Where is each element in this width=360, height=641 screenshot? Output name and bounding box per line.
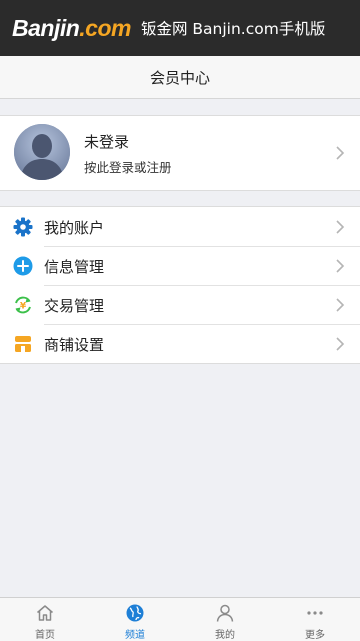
brand-header: Banjin .com 钣金网 Banjin.com手机版 [0, 0, 360, 56]
member-menu: 我的账户 信息管理 ¥ 交易管理 商铺设置 [0, 206, 360, 364]
home-icon [37, 605, 53, 621]
user-icon [216, 604, 234, 622]
login-hint: 按此登录或注册 [84, 160, 172, 175]
plus-circle-icon [13, 256, 33, 276]
menu-item-label: 交易管理 [44, 297, 105, 315]
banjin-logo[interactable]: Banjin .com [12, 15, 131, 42]
tab-label: 更多 [305, 630, 325, 641]
more-icon [307, 611, 323, 615]
tab-channel[interactable]: 频道 [90, 598, 180, 641]
menu-item-shop-settings[interactable]: 商铺设置 [0, 324, 360, 363]
gear-icon [13, 217, 33, 237]
avatar [14, 124, 70, 180]
menu-item-label: 信息管理 [44, 258, 105, 276]
chevron-right-icon [336, 220, 345, 234]
page-title: 会员中心 [149, 68, 210, 87]
menu-item-label: 商铺设置 [44, 336, 105, 354]
login-profile-row[interactable]: 未登录 按此登录或注册 [0, 115, 360, 191]
logo-suffix-text: .com [79, 14, 131, 41]
globe-icon [126, 604, 144, 622]
svg-text:¥: ¥ [20, 302, 27, 312]
menu-item-label: 我的账户 [44, 219, 105, 237]
tab-home[interactable]: 首页 [0, 598, 90, 641]
default-avatar-icon [14, 124, 70, 180]
tab-label: 频道 [125, 630, 145, 641]
chevron-right-icon [336, 259, 345, 273]
logo-main-text: Banjin [12, 14, 80, 41]
tab-label: 首页 [35, 630, 55, 641]
tab-more[interactable]: 更多 [270, 598, 360, 641]
shop-icon [15, 336, 31, 352]
chevron-right-icon [336, 337, 345, 351]
chevron-right-icon [336, 146, 345, 160]
bottom-tabbar: 首页 频道 我的 更多 [0, 597, 360, 641]
menu-item-my-account[interactable]: 我的账户 [0, 207, 360, 246]
page-navbar: 会员中心 [0, 56, 360, 99]
tab-label: 我的 [215, 630, 235, 641]
menu-item-trade-management[interactable]: ¥ 交易管理 [0, 285, 360, 324]
chevron-right-icon [336, 298, 345, 312]
tab-mine[interactable]: 我的 [180, 598, 270, 641]
site-title: 钣金网 Banjin.com手机版 [140, 20, 326, 38]
exchange-icon: ¥ [15, 296, 31, 314]
login-status: 未登录 [84, 133, 130, 151]
menu-item-info-management[interactable]: 信息管理 [0, 246, 360, 285]
